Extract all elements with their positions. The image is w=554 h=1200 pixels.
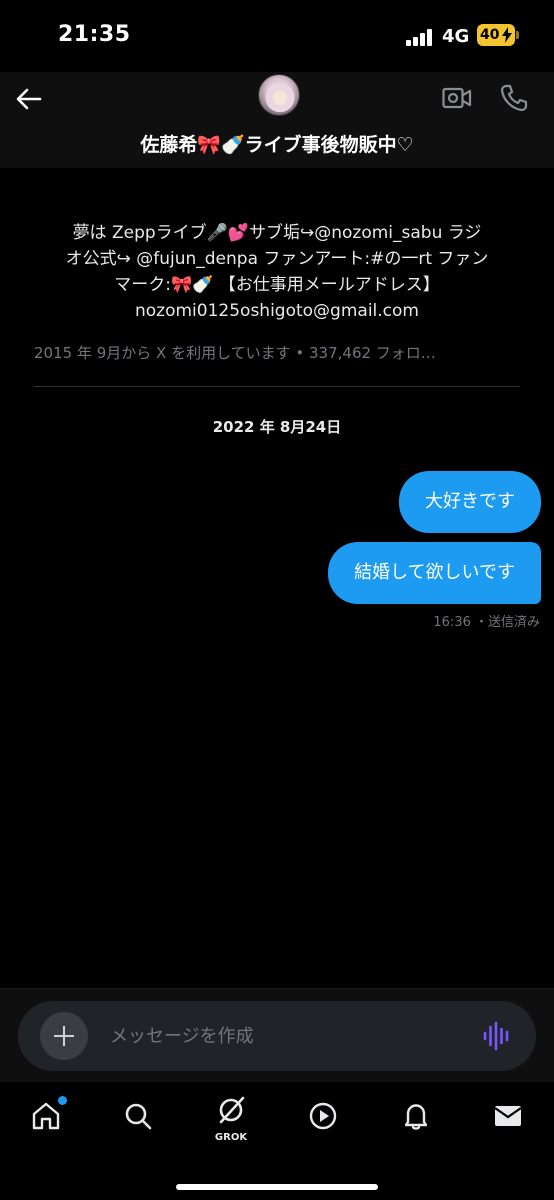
play-icon bbox=[309, 1102, 337, 1130]
nav-messages[interactable] bbox=[480, 1094, 536, 1138]
bio-line: nozomi0125oshigoto@gmail.com bbox=[135, 301, 419, 321]
notification-dot bbox=[58, 1096, 67, 1105]
nav-home[interactable] bbox=[18, 1094, 74, 1138]
phone-icon bbox=[500, 84, 528, 112]
nav-search[interactable] bbox=[110, 1094, 166, 1138]
search-icon bbox=[125, 1103, 152, 1130]
battery-nub bbox=[516, 31, 519, 39]
home-indicator bbox=[176, 1184, 378, 1190]
nav-video[interactable] bbox=[295, 1094, 351, 1138]
message-composer bbox=[18, 1001, 536, 1071]
bottom-nav: GROK bbox=[0, 1082, 554, 1200]
message-bubble[interactable]: 大好きです bbox=[399, 471, 541, 533]
composer-bar bbox=[0, 988, 554, 1082]
voice-wave-icon bbox=[483, 1021, 509, 1051]
avatar[interactable] bbox=[258, 74, 300, 116]
charging-bolt-icon bbox=[502, 27, 512, 43]
video-call-button[interactable] bbox=[442, 86, 472, 110]
phone-call-button[interactable] bbox=[500, 84, 528, 112]
bio-line: 夢は Zeppライブ🎤💕サブ垢↪@nozomi_sabu ラジ bbox=[72, 223, 482, 243]
message-input[interactable] bbox=[110, 1021, 450, 1051]
back-button[interactable] bbox=[14, 84, 44, 114]
voice-message-button[interactable] bbox=[482, 1021, 512, 1051]
bell-icon bbox=[404, 1104, 428, 1130]
grok-icon bbox=[219, 1096, 245, 1124]
status-bar: 21:35 4G 40 bbox=[0, 0, 554, 72]
grok-label: GROK bbox=[214, 1132, 248, 1143]
video-call-icon bbox=[442, 87, 472, 109]
back-arrow-icon bbox=[16, 88, 42, 110]
chat-title[interactable]: 佐藤希🎀🍼ライブ事後物販中♡ bbox=[0, 130, 554, 157]
date-separator: 2022 年 8月24日 bbox=[212, 418, 342, 436]
status-time: 21:35 bbox=[58, 22, 131, 47]
bio-line: マーク:🎀🍼 【お仕事用メールアドレス】 bbox=[114, 275, 440, 295]
message-bubble[interactable]: 結婚して欲しいです bbox=[328, 542, 541, 604]
bio-line: オ公式↪ @fujun_denpa ファンアート:#の一rt ファン bbox=[65, 249, 489, 269]
divider bbox=[34, 386, 520, 387]
home-icon bbox=[32, 1102, 60, 1130]
nav-grok[interactable]: GROK bbox=[203, 1094, 259, 1143]
battery-indicator: 40 bbox=[477, 24, 515, 46]
add-attachment-button[interactable] bbox=[40, 1012, 88, 1060]
conversation-header: 佐藤希🎀🍼ライブ事後物販中♡ bbox=[0, 72, 554, 168]
message-status: 16:36 ・送信済み bbox=[433, 615, 540, 630]
profile-joined-info: 2015 年 9月から X を利用しています • 337,462 フォロ… bbox=[34, 344, 436, 362]
battery-level: 40 bbox=[480, 27, 500, 43]
profile-bio: 夢は Zeppライブ🎤💕サブ垢↪@nozomi_sabu ラジ オ公式↪ @fu… bbox=[30, 220, 524, 324]
network-type: 4G bbox=[442, 26, 470, 47]
mail-icon bbox=[494, 1106, 522, 1126]
signal-icon bbox=[406, 28, 434, 46]
nav-notifications[interactable] bbox=[388, 1094, 444, 1138]
